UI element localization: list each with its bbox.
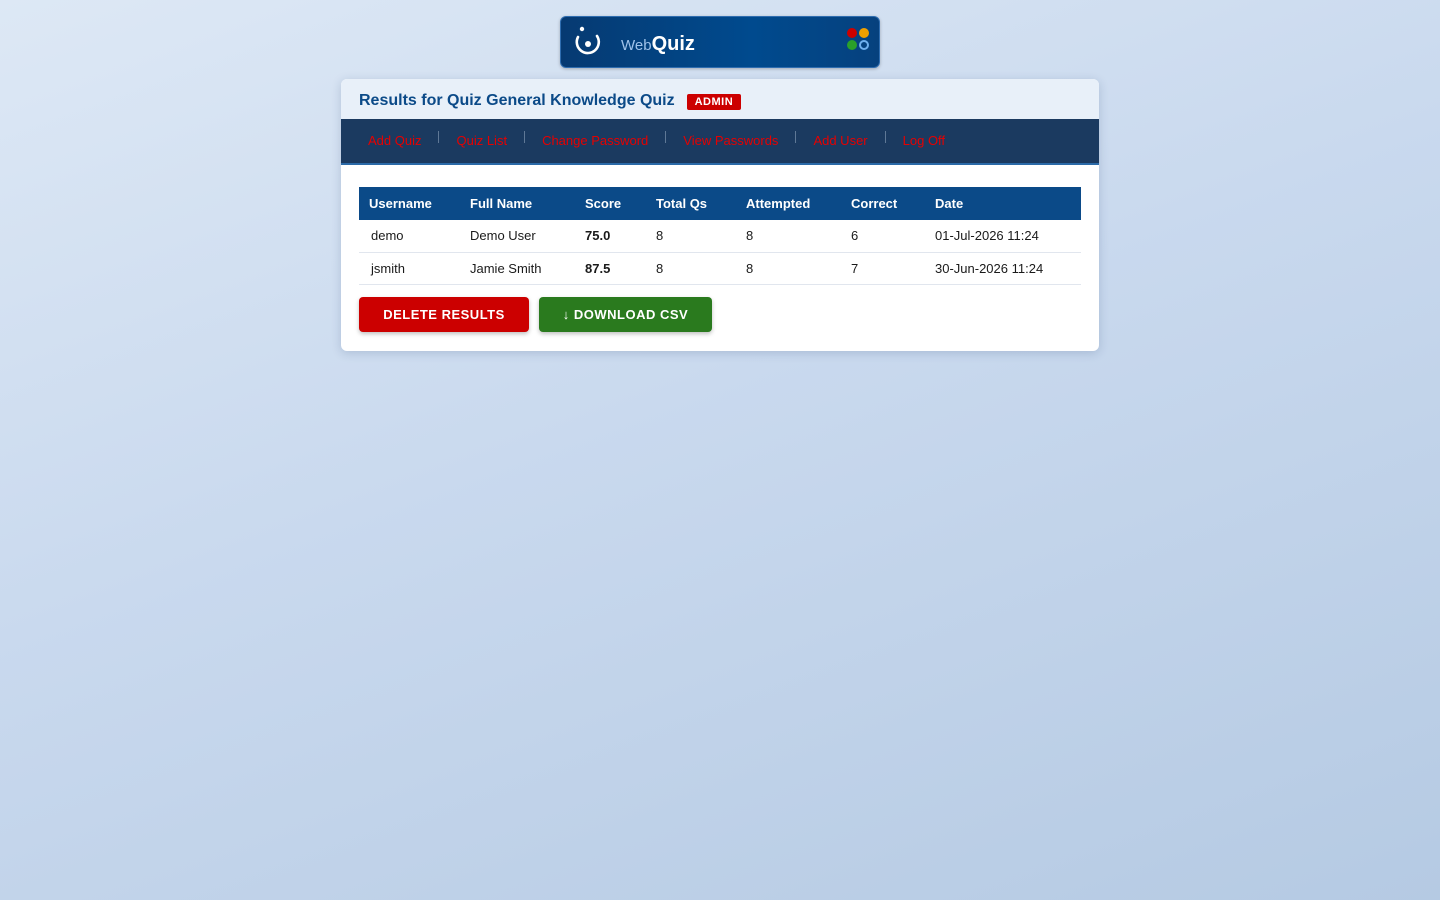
brand-dots-icon: [847, 28, 873, 54]
cell-full-name: Jamie Smith: [460, 252, 575, 285]
col-total-qs: Total Qs: [656, 196, 708, 211]
dot-orange: [859, 28, 869, 38]
nav-change-password[interactable]: Change Password: [533, 134, 657, 148]
card-header: Results for Quiz General Knowledge Quiz …: [341, 79, 1099, 119]
nav-separator: [438, 131, 440, 143]
col-attempted: Attempted: [746, 196, 811, 211]
table-row: jsmith Jamie Smith 87.5 8 8 7 30-Jun-202…: [359, 252, 1081, 285]
results-table: Username Full Name Score Total Qs Attemp…: [359, 187, 1081, 285]
dot-green: [847, 40, 857, 50]
cell-full-name: Demo User: [460, 220, 575, 253]
nav-separator: [665, 131, 667, 143]
delete-results-button[interactable]: DELETE RESULTS: [359, 296, 529, 332]
dot-red: [847, 28, 857, 38]
nav-quiz-list[interactable]: Quiz List: [447, 134, 516, 148]
nav-separator: [524, 131, 526, 143]
action-buttons: DELETE RESULTS ↓ DOWNLOAD CSV: [359, 296, 1081, 332]
logo-bar: WebQuiz: [560, 16, 880, 68]
col-score: Score: [585, 196, 622, 211]
col-date: Date: [935, 196, 964, 211]
table-header-row: Username Full Name Score Total Qs Attemp…: [359, 187, 1081, 220]
cell-date: 30-Jun-2026 11:24: [925, 252, 1081, 285]
cell-correct: 7: [841, 252, 925, 285]
cell-score: 75.0: [575, 220, 646, 253]
cell-username: demo: [359, 220, 460, 253]
admin-badge: ADMIN: [686, 93, 742, 110]
results-content: Username Full Name Score Total Qs Attemp…: [341, 165, 1099, 332]
cell-date: 01-Jul-2026 11:24: [925, 220, 1081, 253]
cell-score: 87.5: [575, 252, 646, 285]
cell-correct: 6: [841, 220, 925, 253]
brand-quiz: Quiz: [651, 33, 695, 55]
results-card: Results for Quiz General Knowledge Quiz …: [341, 79, 1099, 351]
cell-attempted: 8: [736, 252, 841, 285]
col-full-name: Full Name: [470, 196, 533, 211]
nav-add-user[interactable]: Add User: [804, 134, 876, 148]
nav-view-passwords[interactable]: View Passwords: [674, 134, 787, 148]
nav-separator: [884, 131, 886, 143]
cell-total-qs: 8: [646, 220, 736, 253]
nav-add-quiz[interactable]: Add Quiz: [359, 134, 430, 148]
download-csv-button[interactable]: ↓ DOWNLOAD CSV: [539, 296, 712, 332]
table-row: demo Demo User 75.0 8 8 6 01-Jul-2026 11…: [359, 220, 1081, 253]
nav-log-off[interactable]: Log Off: [894, 134, 954, 148]
cell-username: jsmith: [359, 252, 460, 285]
dot-blue: [859, 40, 869, 50]
brand-wordmark: WebQuiz: [621, 33, 695, 57]
cell-total-qs: 8: [646, 252, 736, 285]
admin-nav: Add Quiz Quiz List Change Password View …: [341, 119, 1099, 165]
col-username: Username: [369, 196, 432, 211]
col-correct: Correct: [851, 196, 898, 211]
power-swirl-icon: [575, 26, 601, 55]
cell-attempted: 8: [736, 220, 841, 253]
nav-separator: [795, 131, 797, 143]
brand-web: Web: [621, 37, 652, 54]
page-title: Results for Quiz General Knowledge Quiz: [359, 91, 675, 109]
